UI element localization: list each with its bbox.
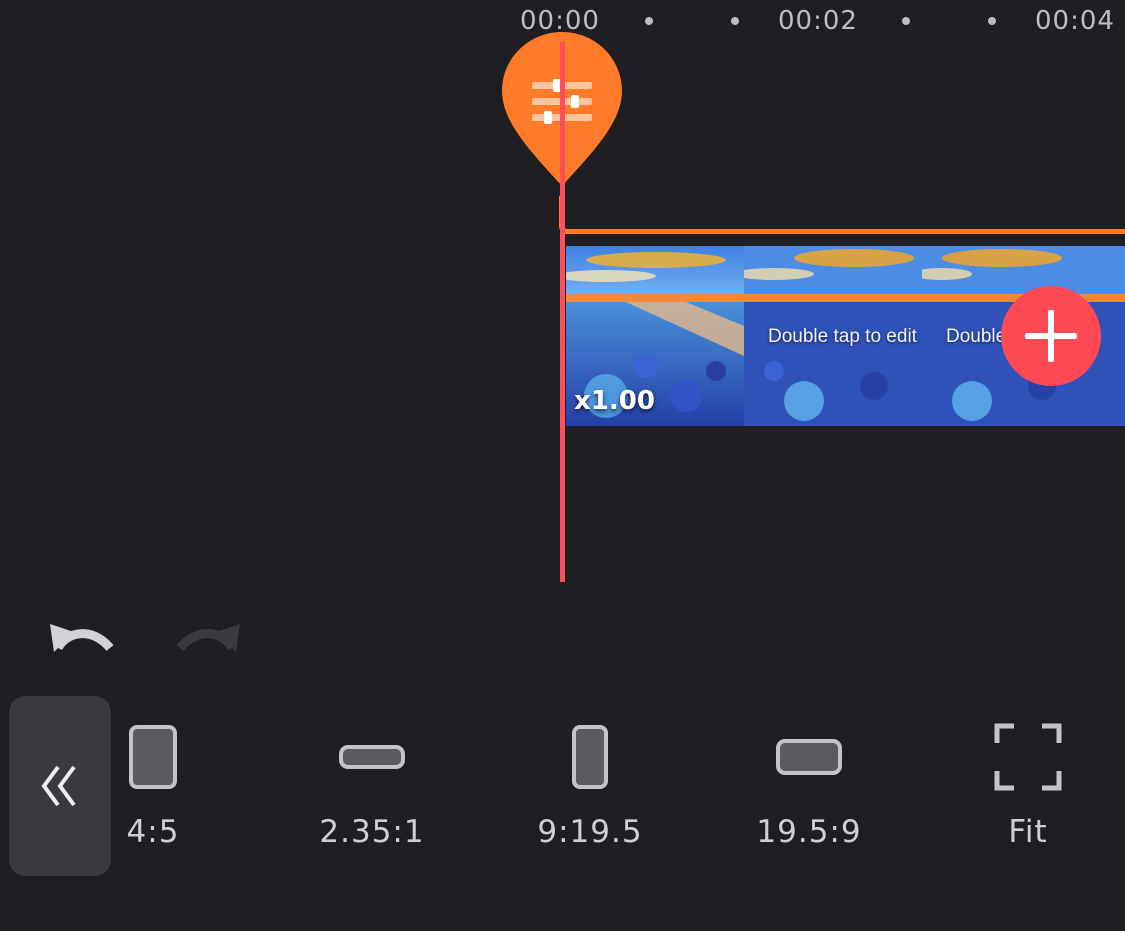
aspect-ratio-9-19-5[interactable]: 9:19.5	[510, 712, 670, 872]
ruler-tick	[988, 17, 996, 25]
plus-icon	[1025, 310, 1077, 362]
clip-thumbnail	[1100, 246, 1125, 426]
ruler-time-label: 00:02	[778, 6, 858, 36]
aspect-ratio-label: 9:19.5	[537, 814, 643, 850]
undo-button[interactable]	[48, 620, 116, 658]
aspect-ratio-label: 19.5:9	[756, 814, 862, 850]
wide-landscape-frame-icon	[776, 739, 842, 775]
add-clip-button[interactable]	[1001, 286, 1101, 386]
clip-speed-badge: x1.00	[574, 386, 655, 416]
ruler-tick	[645, 17, 653, 25]
aspect-ratio-fit[interactable]: Fit	[948, 712, 1108, 872]
aspect-ratio-label: 4:5	[126, 814, 180, 850]
clip-thumbnail: x1.00	[566, 246, 744, 426]
tall-portrait-frame-icon	[572, 725, 608, 789]
redo-button[interactable]	[174, 620, 242, 658]
ultrawide-frame-icon	[339, 745, 405, 769]
aspect-ratio-2-35-1[interactable]: 2.35:1	[292, 712, 452, 872]
track-selection-bracket	[559, 196, 1125, 234]
aspect-ratio-label: 2.35:1	[319, 814, 425, 850]
aspect-ratio-19-5-9[interactable]: 19.5:9	[729, 712, 889, 872]
undo-icon	[50, 624, 114, 652]
clip-caption: Double tap to edit	[768, 326, 917, 347]
ruler-time-label: 00:04	[1035, 6, 1115, 36]
redo-icon	[176, 624, 240, 652]
ruler-tick	[731, 17, 739, 25]
fit-corners-icon	[994, 723, 1062, 791]
portrait-frame-icon	[129, 725, 177, 789]
aspect-ratio-4-5[interactable]: 4:5	[73, 712, 233, 872]
clip-caption-partial: Double	[946, 326, 1007, 347]
aspect-ratio-label: Fit	[1008, 814, 1048, 850]
ruler-tick	[902, 17, 910, 25]
playhead-line[interactable]	[560, 42, 565, 582]
clip-thumbnail: Double tap to edit	[744, 246, 922, 426]
